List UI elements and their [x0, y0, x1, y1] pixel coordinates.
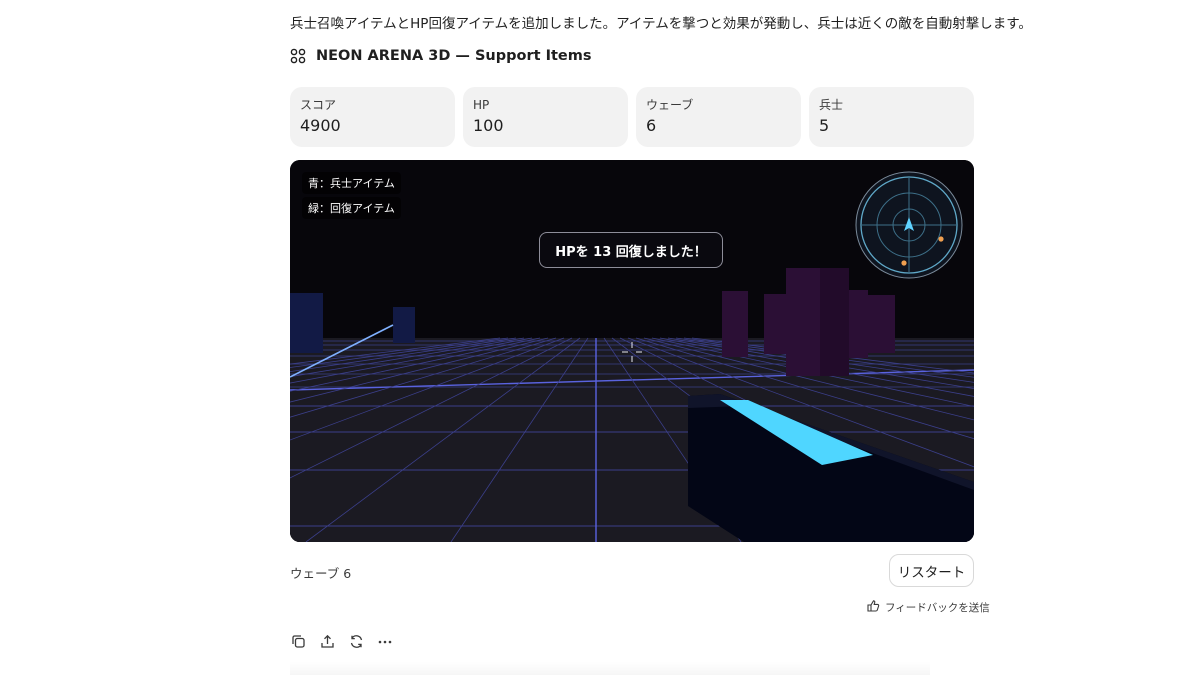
widget-grid-icon	[290, 48, 306, 64]
stat-value: 6	[646, 116, 657, 135]
more-icon[interactable]	[377, 633, 393, 649]
feedback-label: フィードバックを送信	[885, 602, 990, 614]
radar-icon	[854, 170, 964, 284]
message-actions	[290, 633, 393, 649]
wave-status: ウェーブ 6	[290, 566, 352, 581]
radar-blip	[938, 236, 944, 242]
share-icon[interactable]	[319, 633, 335, 649]
feedback-icon	[866, 599, 880, 616]
pillar-navy	[290, 293, 323, 353]
stat-card-soldiers: 兵士 5	[809, 87, 974, 147]
stat-label: HP	[473, 98, 490, 112]
legend-green: 緑：回復アイテム	[302, 197, 401, 219]
regenerate-icon[interactable]	[348, 633, 364, 649]
stat-label: ウェーブ	[646, 98, 694, 112]
pillar-purple	[866, 295, 895, 353]
pillar-purple	[722, 291, 748, 357]
radar-blip	[901, 260, 907, 266]
stat-card-score: スコア 4900	[290, 87, 455, 147]
stats-row: スコア 4900 HP 100 ウェーブ 6 兵士 5	[290, 87, 974, 147]
stat-card-wave: ウェーブ 6	[636, 87, 801, 147]
stat-value: 100	[473, 116, 504, 135]
pillar-navy	[393, 307, 415, 343]
feedback-link[interactable]: フィードバックを送信	[866, 599, 990, 616]
assistant-message-text: 兵士召喚アイテムとHP回復アイテムを追加しました。アイテムを撃つと効果が発動し、…	[290, 16, 1032, 32]
pillar-purple-shade	[820, 268, 849, 376]
chat-page: 兵士召喚アイテムとHP回復アイテムを追加しました。アイテムを撃つと効果が発動し、…	[0, 0, 1200, 675]
copy-icon[interactable]	[290, 633, 306, 649]
crosshair-icon	[620, 340, 644, 368]
legend-blue: 青：兵士アイテム	[302, 172, 401, 194]
game-canvas[interactable]: 青：兵士アイテム 緑：回復アイテム HPを 13 回復しました！	[290, 160, 974, 542]
stat-label: 兵士	[819, 98, 844, 112]
stat-card-hp: HP 100	[463, 87, 628, 147]
widget-header: NEON ARENA 3D — Support Items	[290, 48, 592, 64]
pillar-purple	[764, 294, 788, 354]
restart-button[interactable]: リスタート	[889, 554, 974, 587]
widget-title: NEON ARENA 3D — Support Items	[316, 48, 592, 64]
stat-value: 5	[819, 116, 830, 135]
toast-message: HPを 13 回復しました！	[539, 232, 723, 268]
stat-value: 4900	[300, 116, 341, 135]
composer-fade	[290, 662, 930, 675]
stat-label: スコア	[300, 98, 337, 112]
